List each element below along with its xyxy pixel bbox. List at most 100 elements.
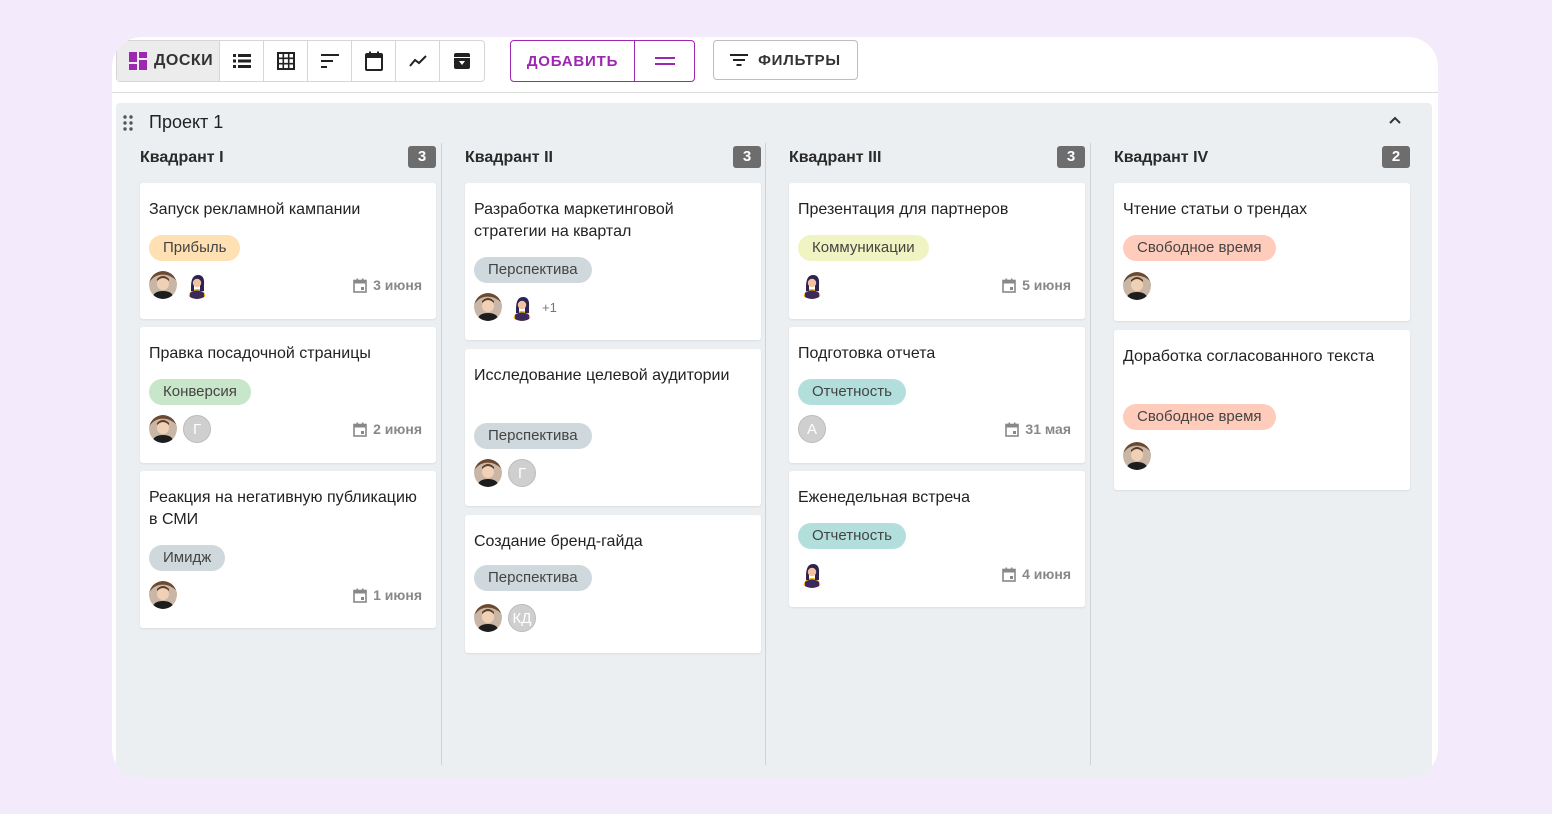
view-calendar-button[interactable] <box>352 41 396 81</box>
avatar-woman[interactable] <box>183 271 211 299</box>
task-tag[interactable]: Перспектива <box>474 257 592 283</box>
task-card[interactable]: Правка посадочной страницы Конверсия Г 2 и… <box>140 327 436 463</box>
column-title: Квадрант I <box>140 149 224 166</box>
assignees <box>1123 442 1151 470</box>
avatar-man[interactable] <box>1123 272 1151 300</box>
due-date-text: 3 июня <box>373 277 422 293</box>
task-card[interactable]: Запуск рекламной кампании Прибыль 3 июня <box>140 183 436 319</box>
board-column: Квадрант III 3 Презентация для партнеров Ко… <box>765 143 1089 765</box>
avatar-man[interactable] <box>474 293 502 321</box>
task-card[interactable]: Создание бренд-гайда Перспектива КД <box>465 515 761 653</box>
task-title[interactable]: Еженедельная встреча <box>798 487 1068 509</box>
task-tag[interactable]: Отчетность <box>798 523 906 549</box>
task-card[interactable]: Подготовка отчета Отчетность А 31 мая <box>789 327 1085 463</box>
task-tag[interactable]: Свободное время <box>1123 235 1276 261</box>
assignees <box>1123 272 1151 300</box>
board-title: Проект 1 <box>149 112 224 132</box>
view-chart-button[interactable] <box>396 41 440 81</box>
avatar-initials[interactable]: Г <box>508 459 536 487</box>
task-title[interactable]: Доработка согласованного текста <box>1123 346 1393 368</box>
toolbar: ДОСКИ ДОБАВИТЬ ФИЛЬТРЫ <box>112 37 1438 93</box>
boards-icon <box>129 52 147 70</box>
task-card[interactable]: Разработка маркетинговой стратегии на кв… <box>465 183 761 340</box>
view-list-button[interactable] <box>220 41 264 81</box>
task-title[interactable]: Реакция на негативную публикацию в СМИ <box>149 487 419 531</box>
avatar-man[interactable] <box>149 271 177 299</box>
avatar-woman[interactable] <box>508 293 536 321</box>
avatar-woman[interactable] <box>798 271 826 299</box>
column-count-badge: 3 <box>1057 146 1085 168</box>
view-archive-button[interactable] <box>440 41 484 81</box>
avatar-initials[interactable]: КД <box>508 604 536 632</box>
assignees <box>798 560 826 588</box>
view-boards-button[interactable]: ДОСКИ <box>117 41 220 81</box>
task-title[interactable]: Запуск рекламной кампании <box>149 199 419 221</box>
calendar-icon <box>364 51 383 71</box>
avatar-man[interactable] <box>474 459 502 487</box>
assignees <box>149 581 177 609</box>
task-card[interactable]: Реакция на негативную публикацию в СМИ Им… <box>140 471 436 628</box>
view-gantt-button[interactable] <box>308 41 352 81</box>
equals-menu-icon <box>654 57 675 65</box>
drag-handle-icon[interactable] <box>122 115 134 131</box>
filters-button[interactable]: ФИЛЬТРЫ <box>713 40 858 80</box>
due-date-text: 2 июня <box>373 421 422 437</box>
assignees: +1 <box>474 293 557 321</box>
due-date-text: 1 июня <box>373 587 422 603</box>
list-icon <box>232 54 251 68</box>
task-tag[interactable]: Коммуникации <box>798 235 929 261</box>
task-card[interactable]: Презентация для партнеров Коммуникации 5 … <box>789 183 1085 319</box>
task-title[interactable]: Разработка маркетинговой стратегии на кв… <box>474 199 744 243</box>
chevron-up-icon[interactable] <box>1388 115 1402 125</box>
task-tag[interactable]: Конверсия <box>149 379 251 405</box>
avatar-man[interactable] <box>149 581 177 609</box>
assignees: Г <box>474 459 536 487</box>
assignees: КД <box>474 604 536 632</box>
due-date-text: 5 июня <box>1022 277 1071 293</box>
task-title[interactable]: Подготовка отчета <box>798 343 1068 365</box>
task-tag[interactable]: Прибыль <box>149 235 241 261</box>
task-tag[interactable]: Имидж <box>149 545 226 571</box>
task-title[interactable]: Правка посадочной страницы <box>149 343 419 365</box>
avatar-initials[interactable]: Г <box>183 415 211 443</box>
filter-icon <box>730 54 749 66</box>
column-count-badge: 3 <box>733 146 761 168</box>
task-title[interactable]: Создание бренд-гайда <box>474 531 744 553</box>
task-card[interactable]: Чтение статьи о трендах Свободное время <box>1114 183 1410 321</box>
board-header: Проект 1 <box>116 103 1432 143</box>
assignees <box>798 271 826 299</box>
task-card[interactable]: Исследование целевой аудитории Перспектив… <box>465 349 761 506</box>
add-options-button[interactable] <box>635 41 694 81</box>
task-card[interactable]: Доработка согласованного текста Свободное… <box>1114 330 1410 490</box>
task-tag[interactable]: Перспектива <box>474 565 592 591</box>
avatar-initials[interactable]: А <box>798 415 826 443</box>
archive-icon <box>454 53 470 69</box>
calendar-small-icon <box>1002 567 1016 582</box>
task-card[interactable]: Еженедельная встреча Отчетность 4 июня <box>789 471 1085 607</box>
column-title: Квадрант IV <box>1114 149 1209 166</box>
task-tag[interactable]: Отчетность <box>798 379 906 405</box>
avatar-woman[interactable] <box>798 560 826 588</box>
more-assignees-count[interactable]: +1 <box>542 293 557 321</box>
task-title[interactable]: Исследование целевой аудитории <box>474 365 744 387</box>
due-date: 5 июня <box>1002 277 1071 293</box>
gantt-icon <box>320 54 339 68</box>
calendar-small-icon <box>1005 422 1020 437</box>
view-table-button[interactable] <box>264 41 308 81</box>
assignees: Г <box>149 415 211 443</box>
column-title: Квадрант II <box>465 149 553 166</box>
due-date-text: 4 июня <box>1022 566 1071 582</box>
task-title[interactable]: Чтение статьи о трендах <box>1123 199 1393 221</box>
column-count-badge: 2 <box>1382 146 1410 168</box>
avatar-man[interactable] <box>1123 442 1151 470</box>
toolbar-divider <box>112 92 1438 93</box>
avatar-man[interactable] <box>474 604 502 632</box>
add-button[interactable]: ДОБАВИТЬ <box>511 41 635 81</box>
task-title[interactable]: Презентация для партнеров <box>798 199 1068 221</box>
project-board: Проект 1 Квадрант I 3 Запуск рекламной кам… <box>116 103 1432 778</box>
calendar-small-icon <box>1002 278 1016 293</box>
calendar-small-icon <box>353 422 367 437</box>
task-tag[interactable]: Свободное время <box>1123 404 1276 430</box>
avatar-man[interactable] <box>149 415 177 443</box>
task-tag[interactable]: Перспектива <box>474 423 592 449</box>
